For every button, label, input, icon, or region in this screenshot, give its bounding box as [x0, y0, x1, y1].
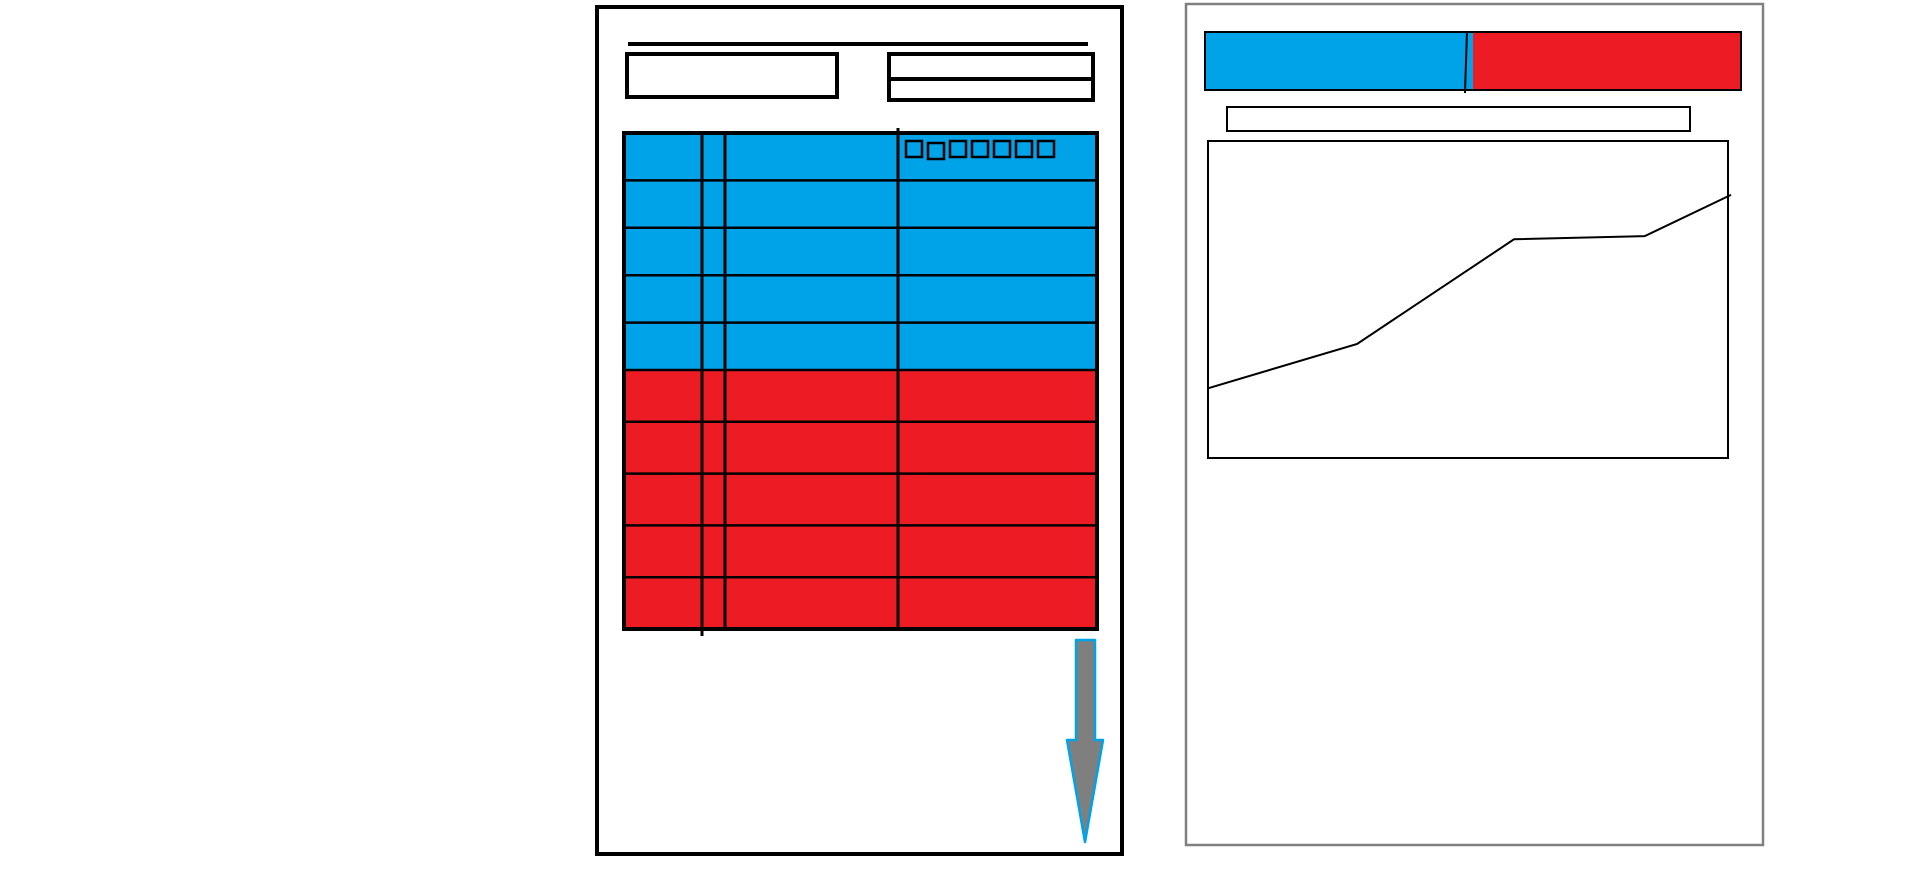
table-blue-section	[624, 133, 1097, 370]
table-red-section	[624, 370, 1097, 629]
input-bar[interactable]	[1226, 106, 1691, 132]
chart-frame	[1207, 140, 1729, 459]
split-segment-blue	[1205, 32, 1473, 90]
scroll-arrow[interactable]	[1065, 638, 1105, 844]
wireframe-canvas	[0, 0, 1914, 871]
split-progress-bar	[1204, 30, 1742, 94]
wireframe-svg	[595, 2, 1765, 856]
split-segment-red	[1473, 32, 1741, 90]
left-panel	[595, 5, 1124, 856]
header-left-box[interactable]	[625, 52, 839, 99]
right-panel	[1184, 2, 1765, 847]
arrow-down-icon[interactable]	[1065, 638, 1105, 844]
